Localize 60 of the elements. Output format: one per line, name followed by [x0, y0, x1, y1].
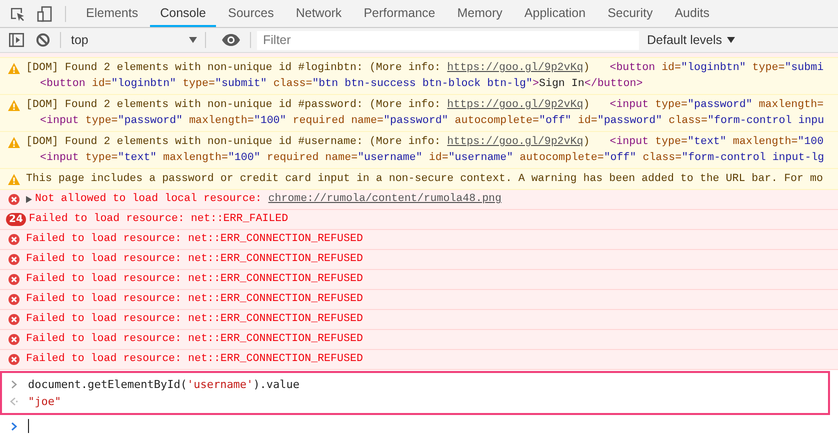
- panel-tab[interactable]: Audits: [664, 0, 720, 27]
- message-text: Failed to load resource: net::ERR_CONNECTION_REFUSED: [26, 272, 363, 287]
- dropdown-caret-icon: [727, 37, 736, 43]
- expand-triangle-icon[interactable]: [26, 196, 32, 203]
- html-snippet[interactable]: <input type="text" maxlength="100" required name="username" id="username" autocomplete="off" class="form-control input-lg: [8, 150, 838, 166]
- clear-console-icon[interactable]: [36, 33, 50, 47]
- warning-icon: [8, 62, 20, 74]
- prompt-chevron-icon: [10, 422, 18, 430]
- panel-tab[interactable]: Application: [514, 0, 596, 27]
- device-toolbar-icon[interactable]: [37, 6, 53, 22]
- filter-field[interactable]: Filter: [257, 30, 639, 50]
- result-text: "joe": [28, 395, 62, 408]
- message-text: This page includes a password or credit card input in a non-secure context. A warning has been added to the URL bar. For mo: [26, 172, 823, 187]
- html-snippet[interactable]: <button id="loginbtn" type="submi: [610, 60, 824, 76]
- message-text: Failed to load resource: net::ERR_FAILED: [28, 212, 288, 227]
- message-link[interactable]: https://goo.gl/9p2vKq: [447, 62, 584, 74]
- error-icon: [8, 274, 20, 285]
- message-text: [DOM] Found 2 elements with non-unique id #password: (More info: https://goo.gl/9p2vKq): [26, 98, 590, 113]
- panel-tab[interactable]: Memory: [447, 0, 512, 27]
- html-snippet[interactable]: <input type="text" maxlength="100: [610, 134, 824, 150]
- message-link[interactable]: https://goo.gl/9p2vKq: [447, 99, 584, 111]
- error-icon: [8, 354, 20, 365]
- message-text: Failed to load resource: net::ERR_CONNECTION_REFUSED: [26, 252, 363, 267]
- panel-tab[interactable]: Performance: [354, 0, 446, 27]
- message-text: Failed to load resource: net::ERR_CONNECTION_REFUSED: [26, 232, 363, 247]
- inspect-element-icon[interactable]: [9, 6, 25, 22]
- eye-icon[interactable]: [222, 34, 240, 46]
- message-link[interactable]: chrome://rumola/content/rumola48.png: [268, 193, 502, 205]
- error-icon: [8, 334, 20, 345]
- error-icon: [8, 254, 20, 265]
- error-icon: [8, 194, 20, 205]
- message-text: Failed to load resource: net::ERR_CONNECTION_REFUSED: [26, 292, 363, 307]
- panel-tab[interactable]: Network: [286, 0, 352, 27]
- command-text: document.getElementById('username').value: [28, 378, 300, 391]
- error-icon: [8, 314, 20, 325]
- error-icon: [8, 294, 20, 305]
- message-text: [DOM] Found 2 elements with non-unique id #loginbtn: (More info: https://goo.gl/9p2vKq): [26, 61, 590, 76]
- repeat-count-badge: 24: [6, 213, 26, 226]
- html-snippet[interactable]: <button id="loginbtn" type="submit" class="btn btn-success btn-block btn-lg">Sign In</button>: [8, 76, 838, 92]
- message-text: [DOM] Found 2 elements with non-unique id #username: (More info: https://goo.gl/9p2vKq): [26, 135, 590, 150]
- message-link[interactable]: https://goo.gl/9p2vKq: [447, 136, 584, 148]
- dropdown-caret-icon: [189, 37, 197, 43]
- message-text: Failed to load resource: net::ERR_CONNECTION_REFUSED: [26, 332, 363, 347]
- log-levels-dropdown[interactable]: Default levels: [647, 33, 736, 47]
- panel-tab[interactable]: Sources: [218, 0, 284, 27]
- html-snippet[interactable]: <input type="password" maxlength="100" required name="password" autocomplete="off" id="password" class="form-control inpu: [8, 113, 838, 129]
- panel-tab[interactable]: Security: [598, 0, 663, 27]
- sidebar-toggle-icon[interactable]: [9, 33, 24, 47]
- warning-icon: [8, 174, 20, 184]
- message-text: Failed to load resource: net::ERR_CONNECTION_REFUSED: [26, 352, 363, 367]
- html-snippet[interactable]: <input type="password" maxlength=: [610, 97, 824, 113]
- panel-tab[interactable]: Elements: [76, 0, 148, 27]
- message-text: Not allowed to load local resource: chrome://rumola/content/rumola48.png: [35, 192, 502, 207]
- context-selector[interactable]: top: [71, 33, 197, 47]
- warning-icon: [8, 136, 20, 148]
- result-chevron-icon: [10, 397, 18, 406]
- warning-icon: [8, 100, 20, 110]
- input-chevron-icon: [10, 380, 18, 389]
- error-icon: [8, 234, 20, 245]
- message-text: Failed to load resource: net::ERR_CONNECTION_REFUSED: [26, 312, 363, 327]
